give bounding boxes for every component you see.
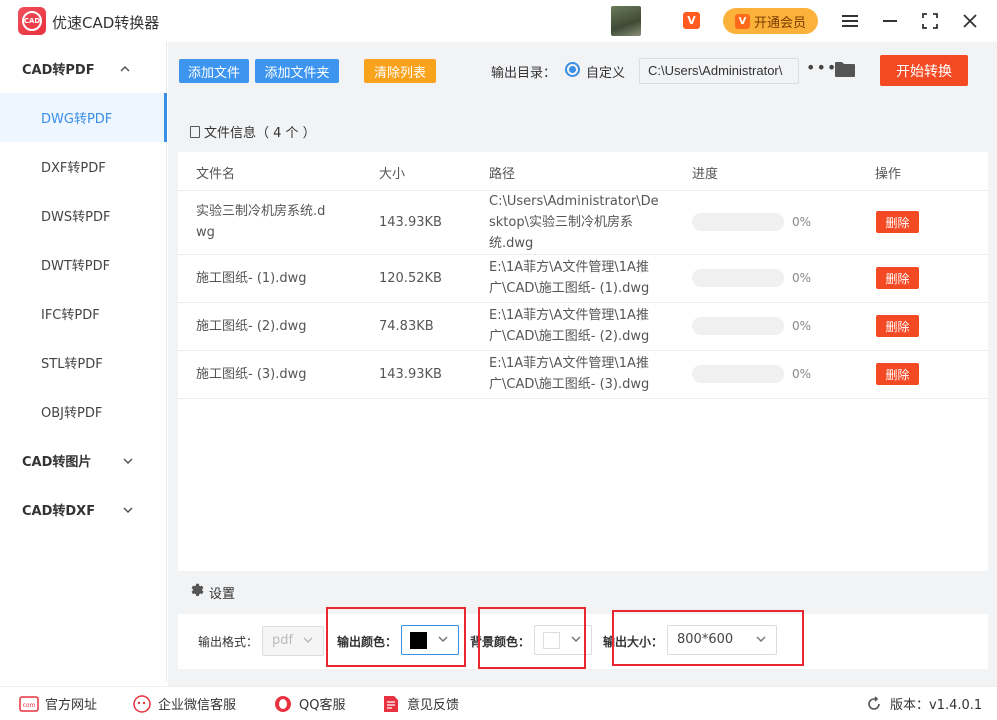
sidebar-group-label: CAD转PDF <box>22 63 95 78</box>
highlight-box-size <box>612 610 804 666</box>
delete-button[interactable]: 删除 <box>876 211 919 233</box>
output-format-select[interactable]: pdf <box>262 626 324 656</box>
app-logo-icon: CAD <box>18 7 46 35</box>
sidebar-item-stl-pdf[interactable]: STL转PDF <box>0 338 167 387</box>
file-info-title: 文件信息（ 4 个 ） <box>204 126 316 141</box>
add-folder-button[interactable]: 添加文件夹 <box>255 59 339 83</box>
add-file-button[interactable]: 添加文件 <box>179 59 249 83</box>
menu-icon[interactable] <box>839 10 861 32</box>
qq-service-link[interactable]: QQ客服 <box>273 694 345 713</box>
progress-bar <box>692 269 784 287</box>
close-icon[interactable] <box>959 10 981 32</box>
custom-radio[interactable] <box>565 62 580 77</box>
wechat-label: 企业微信客服 <box>158 698 237 713</box>
chevron-up-icon <box>120 62 130 75</box>
file-size: 120.52KB <box>379 271 442 286</box>
col-path: 路径 <box>489 167 516 182</box>
wechat-service-link[interactable]: 企业微信客服 <box>132 694 236 713</box>
vip-icon: V <box>734 13 750 29</box>
minimize-icon[interactable] <box>879 10 901 32</box>
start-convert-button[interactable]: 开始转换 <box>880 55 968 86</box>
file-name: 施工图纸- (3).dwg <box>196 367 307 382</box>
open-vip-label: 开通会员 <box>753 15 806 31</box>
delete-button[interactable]: 删除 <box>876 363 919 385</box>
progress-bar <box>692 365 784 383</box>
output-path-input[interactable]: C:\Users\Administrator\ <box>639 58 799 84</box>
sidebar-item-dws-pdf[interactable]: DWS转PDF <box>0 191 167 240</box>
delete-button[interactable]: 删除 <box>876 315 919 337</box>
sidebar-group-cad-pdf[interactable]: CAD转PDF <box>0 44 167 93</box>
file-size: 143.93KB <box>379 367 442 382</box>
sidebar-group-label: CAD转DXF <box>22 504 96 519</box>
output-format-label: 输出格式： <box>198 635 259 649</box>
file-path: C:\Users\Administrator\De sktop\实验三制冷机房系统… <box>489 194 659 251</box>
feedback-label: 意见反馈 <box>407 698 460 713</box>
progress-bar <box>692 317 784 335</box>
app-logo-text: CAD <box>22 11 42 31</box>
progress-bar <box>692 213 784 231</box>
open-vip-button[interactable]: V 开通会员 <box>723 8 818 34</box>
user-avatar[interactable] <box>611 6 641 36</box>
chevron-down-icon <box>123 454 133 467</box>
file-name: 实验三制冷机房系统.d wg <box>196 204 326 240</box>
svg-text:com: com <box>23 702 36 709</box>
highlight-box-background <box>478 607 586 669</box>
gear-icon <box>190 583 205 602</box>
progress-percent: 0% <box>792 215 812 229</box>
document-icon <box>190 125 200 138</box>
sidebar-group-cad-image[interactable]: CAD转图片 <box>0 436 167 485</box>
file-path: E:\1A菲方\A文件管理\1A推 广\CAD\施工图纸- (2).dwg <box>489 308 650 344</box>
feedback-link[interactable]: 意见反馈 <box>381 694 459 713</box>
version-info[interactable]: 版本：v1.4.0.1 <box>864 694 982 713</box>
sidebar-group-label: CAD转图片 <box>22 455 92 470</box>
sidebar-item-obj-pdf[interactable]: OBJ转PDF <box>0 387 167 436</box>
website-icon: com <box>19 695 39 713</box>
clear-list-button[interactable]: 清除列表 <box>364 59 436 83</box>
chevron-down-icon <box>303 633 313 646</box>
chevron-down-icon <box>123 503 133 516</box>
version-label: 版本：v1.4.0.1 <box>890 698 983 713</box>
col-progress: 进度 <box>692 167 719 182</box>
sidebar-item-ifc-pdf[interactable]: IFC转PDF <box>0 289 167 338</box>
more-icon[interactable]: ••• <box>806 58 837 77</box>
refresh-icon <box>864 695 884 713</box>
file-name: 施工图纸- (1).dwg <box>196 271 307 286</box>
col-filename: 文件名 <box>196 167 236 182</box>
file-path: E:\1A菲方\A文件管理\1A推 广\CAD\施工图纸- (1).dwg <box>489 260 650 296</box>
progress-percent: 0% <box>792 367 812 381</box>
sidebar-group-cad-dxf[interactable]: CAD转DXF <box>0 485 167 534</box>
file-size: 143.93KB <box>379 215 442 230</box>
wechat-icon <box>132 694 152 713</box>
settings-title: 设置 <box>209 587 236 602</box>
vip-badge-icon: V <box>683 12 700 29</box>
progress-percent: 0% <box>792 319 812 333</box>
qq-icon <box>273 695 293 713</box>
app-title: 优速CAD转换器 <box>52 14 160 32</box>
sidebar-item-dwt-pdf[interactable]: DWT转PDF <box>0 240 167 289</box>
highlight-box-color <box>326 607 466 667</box>
feedback-icon <box>381 695 401 713</box>
file-info-header: 文件信息（ 4 个 ） <box>178 111 988 152</box>
sidebar-item-dwg-pdf[interactable]: DWG转PDF <box>0 93 167 142</box>
file-path: E:\1A菲方\A文件管理\1A推 广\CAD\施工图纸- (3).dwg <box>489 356 650 392</box>
maximize-icon[interactable] <box>919 10 941 32</box>
file-size: 74.83KB <box>379 319 434 334</box>
col-action: 操作 <box>875 167 902 182</box>
title-bar: CAD 优速CAD转换器 V V 开通会员 <box>0 0 997 42</box>
qq-label: QQ客服 <box>299 698 346 713</box>
sidebar-item-dxf-pdf[interactable]: DXF转PDF <box>0 142 167 191</box>
delete-button[interactable]: 删除 <box>876 267 919 289</box>
custom-radio-label: 自定义 <box>586 66 626 81</box>
output-format-value: pdf <box>272 633 294 648</box>
progress-percent: 0% <box>792 271 812 285</box>
file-name: 施工图纸- (2).dwg <box>196 319 307 334</box>
website-link[interactable]: com 官方网址 <box>19 694 97 713</box>
website-label: 官方网址 <box>45 698 98 713</box>
col-size: 大小 <box>379 167 406 182</box>
output-dir-label: 输出目录： <box>491 66 557 81</box>
folder-icon[interactable] <box>835 61 855 78</box>
